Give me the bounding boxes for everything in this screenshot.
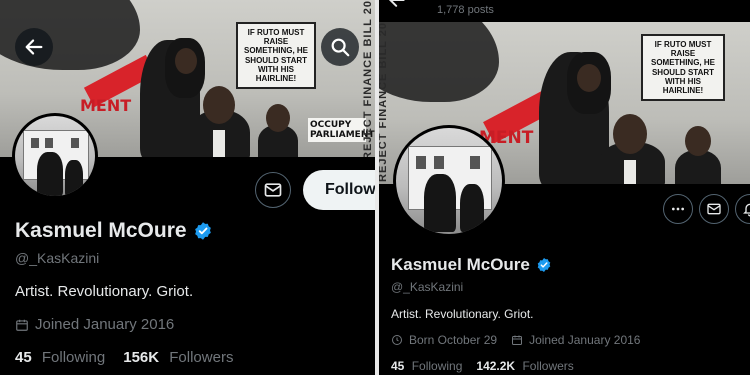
banner-man-shirt [624,160,636,184]
follow-counts: 45 Following 142.2K Followers [391,359,574,373]
birthday-icon [392,335,402,345]
following-label: Following [41,349,106,366]
profile-name-row: Kasmuel McOure [15,219,213,243]
follow-counts: 45 Following 156K Followers [15,349,233,366]
display-name: Kasmuel McOure [15,219,187,242]
more-options-button[interactable] [663,194,693,224]
envelope-icon [707,203,721,215]
followers-label: Followers [522,359,574,373]
followers-link[interactable]: 156K Followers [123,349,233,366]
joined-row: Joined January 2016 [15,316,174,333]
bell-icon [743,203,750,217]
profile-screenshot-right: 1,778 posts MENT IF RUTO MUST RAISE SOME… [379,0,750,375]
posts-count: 1,778 posts [437,4,494,16]
follow-button[interactable]: Follow [303,170,375,210]
banner-occupy-poster: OCCUPY PARLIAMENT [308,118,375,142]
followers-count: 156K [123,349,160,366]
avatar-window [31,138,39,148]
calendar-icon [512,335,523,345]
profile-handle: @_KasKazini [391,280,464,294]
joined-date: Joined January 2016 [35,316,175,333]
notifications-button[interactable] [735,194,750,224]
profile-avatar[interactable] [12,113,98,199]
avatar-person [460,184,484,232]
avatar-person [65,160,83,196]
following-count: 45 [391,359,405,373]
avatar-person [424,174,456,232]
following-link[interactable]: 45 Following [391,359,462,373]
banner-protester-head [175,48,197,74]
banner-woman-head [685,126,711,156]
banner-man-head [203,86,235,124]
profile-bio: Artist. Revolutionary. Griot. [15,283,194,300]
profile-avatar[interactable] [393,125,505,237]
avatar-window [470,156,480,169]
banner-protest-sign: IF RUTO MUST RAISE SOMETHING, HE SHOULD … [641,34,725,102]
born-date: Born October 29 [409,333,498,347]
avatar-photo [15,116,95,196]
avatar-window [416,156,426,169]
search-button[interactable] [321,28,359,66]
message-button[interactable] [255,172,291,208]
arrow-left-icon [25,39,43,55]
banner-man-shirt [213,130,225,157]
avatar-window [71,138,79,148]
following-link[interactable]: 45 Following [15,349,105,366]
banner-ink-splash [379,22,499,102]
profile-screenshot-left: MENT IF RUTO MUST RAISE SOMETHING, HE SH… [0,0,375,375]
banner-vertical-text: 24 REJECT FINANCE BILL 20 [379,22,389,184]
profile-handle: @_KasKazini [15,250,100,266]
avatar-window [45,138,53,148]
more-horizontal-icon [672,207,684,211]
display-name: Kasmuel McOure [391,255,530,274]
profile-meta-row: Born October 29 Joined January 2016 [391,333,640,347]
profile-name-row: Kasmuel McOure [391,255,552,275]
avatar-window [434,156,444,169]
following-label: Following [411,359,463,373]
back-button[interactable] [15,28,53,66]
following-count: 45 [15,349,32,366]
verified-badge-icon[interactable] [193,221,213,241]
banner-woman-head [266,104,290,132]
message-button[interactable] [699,194,729,224]
followers-count: 142.2K [476,359,516,373]
banner-protest-sign: IF RUTO MUST RAISE SOMETHING, HE SHOULD … [236,22,316,90]
profile-bio: Artist. Revolutionary. Griot. [391,307,534,321]
banner-protester-head [577,64,601,92]
calendar-icon [16,319,28,331]
followers-label: Followers [169,349,234,366]
verified-badge-icon[interactable] [536,257,552,273]
banner-poster-text: MENT [80,96,132,115]
banner-vertical-text: 24 REJECT FINANCE BILL 20 [362,0,374,157]
envelope-icon [264,183,282,197]
avatar-photo [396,128,502,234]
banner-man-head [613,114,647,154]
arrow-left-icon[interactable] [387,0,407,10]
search-icon [331,38,350,57]
joined-date: Joined January 2016 [529,333,641,347]
followers-link[interactable]: 142.2K Followers [476,359,573,373]
avatar-person [37,152,63,196]
